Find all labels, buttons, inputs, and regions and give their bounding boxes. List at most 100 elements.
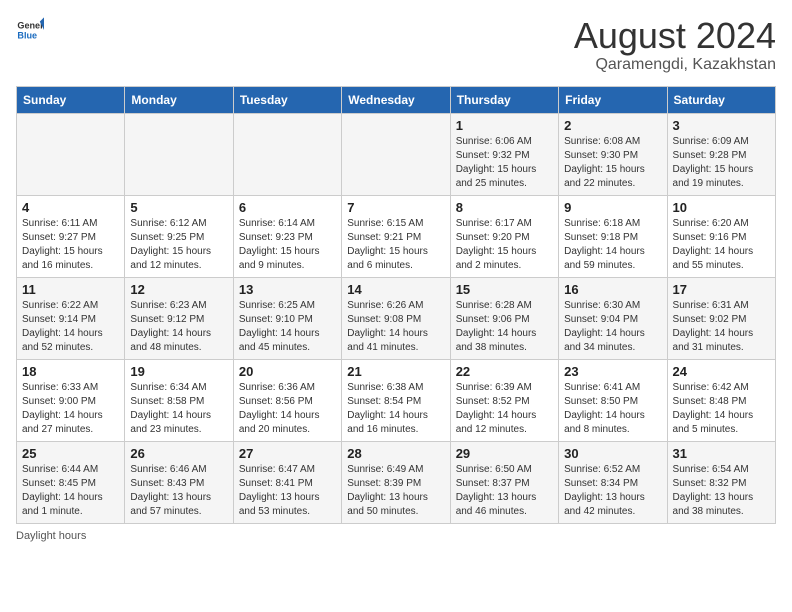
calendar-cell: [233, 113, 341, 195]
calendar-cell: 22 Sunrise: 6:39 AM Sunset: 8:52 PM Dayli…: [450, 359, 558, 441]
calendar-cell: 17 Sunrise: 6:31 AM Sunset: 9:02 PM Dayli…: [667, 277, 775, 359]
day-number: 6: [239, 200, 336, 215]
day-info: Sunrise: 6:17 AM Sunset: 9:20 PM Dayligh…: [456, 218, 537, 271]
calendar-cell: 28Sunrise: 6:49 AM Sunset: 8:39 PM Dayli…: [342, 441, 450, 523]
header-row: SundayMondayTuesdayWednesdayThursdayFrid…: [17, 86, 776, 113]
day-info: Sunrise: 6:31 AM Sunset: 9:02 PM Dayligh…: [673, 300, 754, 353]
day-info: Sunrise: 6:11 AM Sunset: 9:27 PM Dayligh…: [22, 218, 103, 271]
weekday-header: Friday: [559, 86, 667, 113]
day-number: 30: [564, 446, 661, 461]
calendar-cell: 30 Sunrise: 6:52 AM Sunset: 8:34 PM Dayli…: [559, 441, 667, 523]
day-info: Sunrise: 6:22 AM Sunset: 9:14 PM Dayligh…: [22, 300, 103, 353]
weekday-header: Saturday: [667, 86, 775, 113]
day-number: 19: [130, 364, 227, 379]
calendar-week-row: 11 Sunrise: 6:22 AM Sunset: 9:14 PM Dayli…: [17, 277, 776, 359]
day-number: 18: [22, 364, 119, 379]
day-info: Sunrise: 6:54 AM Sunset: 8:32 PM Dayligh…: [673, 464, 754, 517]
day-info: Sunrise: 6:42 AM Sunset: 8:48 PM Dayligh…: [673, 382, 754, 435]
calendar-cell: [342, 113, 450, 195]
calendar-cell: 1 Sunrise: 6:06 AM Sunset: 9:32 PM Daylig…: [450, 113, 558, 195]
calendar-cell: 6 Sunrise: 6:14 AM Sunset: 9:23 PM Daylig…: [233, 195, 341, 277]
day-info: Sunrise: 6:39 AM Sunset: 8:52 PM Dayligh…: [456, 382, 537, 435]
day-number: 16: [564, 282, 661, 297]
calendar-cell: 27 Sunrise: 6:47 AM Sunset: 8:41 PM Dayli…: [233, 441, 341, 523]
day-number: 31: [673, 446, 770, 461]
calendar-week-row: 1 Sunrise: 6:06 AM Sunset: 9:32 PM Daylig…: [17, 113, 776, 195]
day-number: 24: [673, 364, 770, 379]
day-info: Sunrise: 6:47 AM Sunset: 8:41 PM Dayligh…: [239, 464, 320, 517]
day-info: Sunrise: 6:52 AM Sunset: 8:34 PM Dayligh…: [564, 464, 645, 517]
logo: General Blue: [16, 16, 44, 44]
calendar-week-row: 25Sunrise: 6:44 AM Sunset: 8:45 PM Dayli…: [17, 441, 776, 523]
calendar-cell: 5Sunrise: 6:12 AM Sunset: 9:25 PM Daylig…: [125, 195, 233, 277]
day-number: 4: [22, 200, 119, 215]
calendar-cell: 24 Sunrise: 6:42 AM Sunset: 8:48 PM Dayli…: [667, 359, 775, 441]
calendar-cell: 20 Sunrise: 6:36 AM Sunset: 8:56 PM Dayli…: [233, 359, 341, 441]
day-info: Sunrise: 6:30 AM Sunset: 9:04 PM Dayligh…: [564, 300, 645, 353]
calendar-cell: 4 Sunrise: 6:11 AM Sunset: 9:27 PM Daylig…: [17, 195, 125, 277]
header: General Blue August 2024 Qaramengdi, Kaz…: [16, 16, 776, 74]
calendar-week-row: 18Sunrise: 6:33 AM Sunset: 9:00 PM Dayli…: [17, 359, 776, 441]
day-number: 25: [22, 446, 119, 461]
day-info: Sunrise: 6:06 AM Sunset: 9:32 PM Dayligh…: [456, 136, 537, 189]
day-number: 14: [347, 282, 444, 297]
svg-text:General: General: [17, 21, 44, 31]
calendar-cell: 13 Sunrise: 6:25 AM Sunset: 9:10 PM Dayli…: [233, 277, 341, 359]
day-number: 1: [456, 118, 553, 133]
day-number: 29: [456, 446, 553, 461]
day-number: 22: [456, 364, 553, 379]
calendar-cell: 12 Sunrise: 6:23 AM Sunset: 9:12 PM Dayli…: [125, 277, 233, 359]
day-info: Sunrise: 6:28 AM Sunset: 9:06 PM Dayligh…: [456, 300, 537, 353]
calendar-cell: 25Sunrise: 6:44 AM Sunset: 8:45 PM Dayli…: [17, 441, 125, 523]
day-number: 5: [130, 200, 227, 215]
day-number: 12: [130, 282, 227, 297]
calendar-week-row: 4 Sunrise: 6:11 AM Sunset: 9:27 PM Daylig…: [17, 195, 776, 277]
subtitle: Qaramengdi, Kazakhstan: [574, 56, 776, 74]
day-number: 23: [564, 364, 661, 379]
day-number: 15: [456, 282, 553, 297]
calendar-cell: 26 Sunrise: 6:46 AM Sunset: 8:43 PM Dayli…: [125, 441, 233, 523]
calendar-cell: 8 Sunrise: 6:17 AM Sunset: 9:20 PM Daylig…: [450, 195, 558, 277]
day-number: 27: [239, 446, 336, 461]
day-number: 2: [564, 118, 661, 133]
day-info: Sunrise: 6:38 AM Sunset: 8:54 PM Dayligh…: [347, 382, 428, 435]
day-info: Sunrise: 6:34 AM Sunset: 8:58 PM Dayligh…: [130, 382, 211, 435]
calendar-cell: 21 Sunrise: 6:38 AM Sunset: 8:54 PM Dayli…: [342, 359, 450, 441]
day-number: 8: [456, 200, 553, 215]
svg-text:Blue: Blue: [17, 30, 37, 40]
day-number: 17: [673, 282, 770, 297]
day-info: Sunrise: 6:46 AM Sunset: 8:43 PM Dayligh…: [130, 464, 211, 517]
weekday-header: Thursday: [450, 86, 558, 113]
day-number: 21: [347, 364, 444, 379]
calendar-cell: 10Sunrise: 6:20 AM Sunset: 9:16 PM Dayli…: [667, 195, 775, 277]
day-info: Sunrise: 6:36 AM Sunset: 8:56 PM Dayligh…: [239, 382, 320, 435]
day-number: 11: [22, 282, 119, 297]
calendar-cell: 23Sunrise: 6:41 AM Sunset: 8:50 PM Dayli…: [559, 359, 667, 441]
day-number: 7: [347, 200, 444, 215]
calendar-cell: 29 Sunrise: 6:50 AM Sunset: 8:37 PM Dayli…: [450, 441, 558, 523]
day-number: 10: [673, 200, 770, 215]
day-number: 3: [673, 118, 770, 133]
calendar-cell: 16 Sunrise: 6:30 AM Sunset: 9:04 PM Dayli…: [559, 277, 667, 359]
weekday-header: Wednesday: [342, 86, 450, 113]
day-number: 9: [564, 200, 661, 215]
day-number: 26: [130, 446, 227, 461]
footer-note: Daylight hours: [16, 530, 776, 542]
day-number: 20: [239, 364, 336, 379]
day-info: Sunrise: 6:09 AM Sunset: 9:28 PM Dayligh…: [673, 136, 754, 189]
title-area: August 2024 Qaramengdi, Kazakhstan: [574, 16, 776, 74]
logo-icon: General Blue: [16, 16, 44, 44]
day-info: Sunrise: 6:14 AM Sunset: 9:23 PM Dayligh…: [239, 218, 320, 271]
day-info: Sunrise: 6:25 AM Sunset: 9:10 PM Dayligh…: [239, 300, 320, 353]
day-info: Sunrise: 6:08 AM Sunset: 9:30 PM Dayligh…: [564, 136, 645, 189]
calendar-cell: 11 Sunrise: 6:22 AM Sunset: 9:14 PM Dayli…: [17, 277, 125, 359]
main-title: August 2024: [574, 16, 776, 56]
day-info: Sunrise: 6:50 AM Sunset: 8:37 PM Dayligh…: [456, 464, 537, 517]
day-info: Sunrise: 6:26 AM Sunset: 9:08 PM Dayligh…: [347, 300, 428, 353]
day-number: 13: [239, 282, 336, 297]
day-info: Sunrise: 6:15 AM Sunset: 9:21 PM Dayligh…: [347, 218, 428, 271]
calendar-cell: 2 Sunrise: 6:08 AM Sunset: 9:30 PM Daylig…: [559, 113, 667, 195]
calendar-cell: 7 Sunrise: 6:15 AM Sunset: 9:21 PM Daylig…: [342, 195, 450, 277]
day-info: Sunrise: 6:18 AM Sunset: 9:18 PM Dayligh…: [564, 218, 645, 271]
day-info: Sunrise: 6:23 AM Sunset: 9:12 PM Dayligh…: [130, 300, 211, 353]
